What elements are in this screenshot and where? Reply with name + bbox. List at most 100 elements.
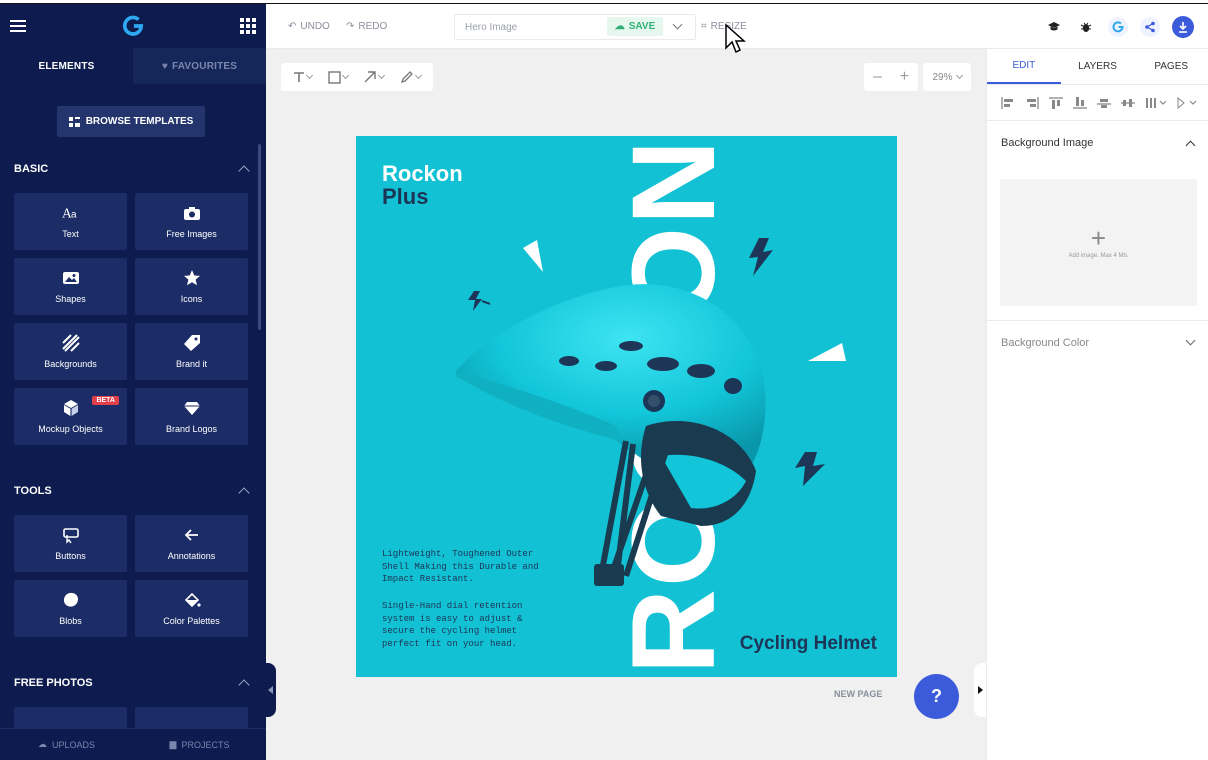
zoom-in-icon[interactable]: + — [900, 68, 909, 86]
cloud-check-icon: ☁ — [614, 21, 625, 32]
graduation-cap-icon[interactable] — [1044, 17, 1064, 37]
tab-edit[interactable]: EDIT — [987, 49, 1061, 84]
drawing-toolbar — [281, 63, 433, 91]
tile-blobs-label: Blobs — [59, 616, 82, 626]
tile-backgrounds-label: Backgrounds — [44, 359, 97, 369]
collapse-panel-handle[interactable] — [974, 663, 986, 717]
diamond-icon — [183, 402, 200, 415]
tile-backgrounds[interactable]: Backgrounds — [14, 323, 127, 380]
flip-icon[interactable] — [1177, 96, 1197, 109]
tab-pages[interactable]: PAGES — [1134, 49, 1208, 84]
background-color-title: Background Color — [1001, 336, 1090, 349]
tab-layers[interactable]: LAYERS — [1061, 49, 1135, 84]
text-tool[interactable] — [293, 71, 313, 83]
collapse-basic-chevron-icon[interactable] — [238, 165, 250, 177]
redo-icon: ↷ — [346, 21, 355, 32]
section-tools-title: TOOLS — [14, 485, 52, 497]
design-canvas[interactable]: ROCKON — [356, 136, 897, 677]
save-button[interactable]: ☁ SAVE — [607, 17, 663, 36]
sidebar-tabs: ELEMENTS ♥ FAVOURITES — [0, 48, 266, 84]
collapse-sidebar-handle[interactable] — [264, 663, 276, 717]
browse-templates-button[interactable]: BROWSE TEMPLATES — [57, 106, 205, 137]
tile-free-images-label: Free Images — [166, 229, 217, 239]
collapse-background-image-chevron-icon[interactable] — [1185, 140, 1196, 150]
collapse-tools-chevron-icon[interactable] — [238, 487, 250, 499]
section-tools-header[interactable]: TOOLS — [0, 481, 266, 501]
tile-text[interactable]: Aa Text — [14, 193, 127, 250]
align-middle-icon[interactable] — [1097, 97, 1111, 109]
tile-brand-it[interactable]: Brand it — [135, 323, 248, 380]
templates-icon — [68, 116, 80, 127]
tile-brand-it-label: Brand it — [175, 359, 208, 369]
zoom-chevron-icon — [955, 71, 963, 80]
tile-mockup-objects-label: Mockup Objects — [38, 424, 103, 434]
tile-annotations[interactable]: Annotations — [135, 515, 248, 572]
zoom-level-select[interactable]: 29% — [923, 63, 971, 91]
tab-uploads[interactable]: ☁ UPLOADS — [0, 729, 133, 760]
arrow-tool[interactable] — [363, 70, 386, 84]
hamburger-menu-icon[interactable] — [10, 20, 26, 32]
tile-icons[interactable]: Icons — [135, 258, 248, 315]
tile-color-palettes[interactable]: Color Palettes — [135, 580, 248, 637]
add-image-dropzone[interactable]: + Add image. Max 4 Mb. — [1000, 179, 1197, 306]
design-title[interactable]: Rockon Plus — [382, 162, 463, 208]
pen-tool[interactable] — [400, 70, 423, 84]
section-basic-title: BASIC — [14, 163, 49, 175]
left-sidebar: ELEMENTS ♥ FAVOURITES BROWSE TEMPLATES B… — [0, 4, 266, 760]
bug-icon[interactable] — [1076, 17, 1096, 37]
align-top-icon[interactable] — [1049, 97, 1063, 109]
cursor-box-icon — [62, 528, 79, 544]
design-footer-text[interactable]: Cycling Helmet — [740, 633, 877, 655]
align-bottom-icon[interactable] — [1073, 96, 1087, 109]
tab-elements[interactable]: ELEMENTS — [0, 48, 133, 84]
crop-icon: ⌗ — [701, 21, 707, 32]
tile-shapes[interactable]: Shapes — [14, 258, 127, 315]
help-button[interactable]: ? — [914, 674, 959, 719]
align-center-icon[interactable] — [1121, 97, 1135, 109]
save-label: SAVE — [628, 21, 656, 32]
tile-mockup-objects[interactable]: BETA Mockup Objects — [14, 388, 127, 445]
align-left-icon[interactable] — [1001, 96, 1015, 109]
distribute-icon[interactable] — [1145, 97, 1167, 109]
expand-background-color-chevron-icon[interactable] — [1185, 335, 1196, 346]
design-title-line1: Rockon — [382, 161, 463, 186]
google-icon[interactable] — [1108, 17, 1128, 37]
share-icon[interactable] — [1140, 17, 1160, 37]
redo-button[interactable]: ↷ REDO — [346, 4, 387, 49]
star-icon — [183, 270, 200, 286]
design-paragraph-1[interactable]: Lightweight, Toughened Outer Shell Makin… — [382, 548, 547, 586]
text-tool-chevron-icon — [305, 71, 313, 80]
background-color-header[interactable]: Background Color — [987, 320, 1208, 364]
lightning-bolt-bottom-icon — [795, 452, 825, 486]
background-image-header[interactable]: Background Image — [987, 121, 1208, 165]
tab-projects-label: PROJECTS — [181, 739, 230, 750]
download-icon[interactable] — [1172, 16, 1194, 38]
square-icon — [327, 70, 341, 84]
shape-tool[interactable] — [327, 70, 349, 84]
background-image-title: Background Image — [1001, 137, 1094, 149]
tab-favourites[interactable]: ♥ FAVOURITES — [133, 48, 266, 84]
design-paragraph-2[interactable]: Single-Hand dial retention system is eas… — [382, 600, 547, 650]
shape-tool-chevron-icon — [341, 71, 349, 80]
zoom-level-value: 29% — [932, 71, 953, 83]
tile-buttons[interactable]: Buttons — [14, 515, 127, 572]
apps-grid-icon[interactable] — [240, 18, 256, 34]
tile-blobs[interactable]: Blobs — [14, 580, 127, 637]
new-page-button[interactable]: NEW PAGE — [834, 689, 882, 699]
section-free-photos-header[interactable]: FREE PHOTOS — [0, 673, 266, 693]
zoom-out-icon[interactable]: – — [873, 68, 882, 86]
tile-brand-logos-label: Brand Logos — [165, 424, 218, 434]
basic-tiles: Aa Text Free Images Shapes Icons Backgro… — [0, 193, 266, 445]
align-right-icon[interactable] — [1025, 96, 1039, 109]
sidebar-scrollbar[interactable] — [258, 144, 261, 330]
alignment-toolbar — [987, 85, 1208, 121]
collapse-free-photos-chevron-icon[interactable] — [238, 679, 250, 691]
mouse-pointer-icon — [725, 24, 746, 54]
app-logo-icon[interactable] — [122, 15, 144, 37]
undo-button[interactable]: ↶ UNDO — [288, 4, 330, 49]
tile-free-images[interactable]: Free Images — [135, 193, 248, 250]
tile-brand-logos[interactable]: Brand Logos — [135, 388, 248, 445]
section-basic-header[interactable]: BASIC — [0, 159, 266, 179]
tab-projects[interactable]: ▆ PROJECTS — [133, 729, 266, 760]
pen-tool-chevron-icon — [415, 71, 423, 80]
